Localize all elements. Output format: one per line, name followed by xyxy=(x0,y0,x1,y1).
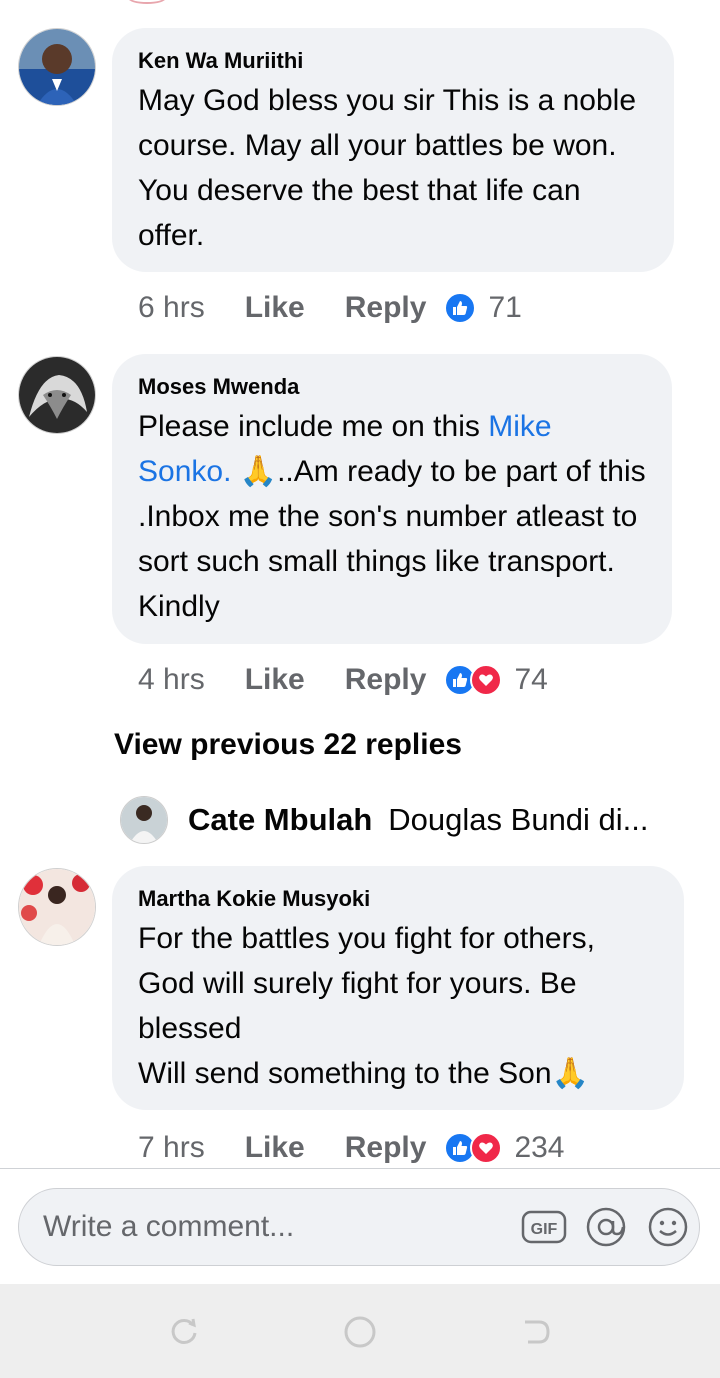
comment-composer[interactable]: GIF xyxy=(18,1188,700,1266)
comment-text: For the battles you fight for others, Go… xyxy=(138,916,658,1096)
recent-apps-icon[interactable] xyxy=(164,1312,204,1352)
reactions[interactable] xyxy=(444,292,477,324)
like-button[interactable]: Like xyxy=(245,291,305,325)
like-button[interactable]: Like xyxy=(245,663,305,697)
comment-bubble: Martha Kokie Musyoki For the battles you… xyxy=(112,866,684,1110)
reply-preview[interactable]: Cate Mbulah Douglas Bundi di... xyxy=(120,796,649,844)
reply-button[interactable]: Reply xyxy=(345,1131,427,1165)
comment-time[interactable]: 4 hrs xyxy=(138,663,205,697)
comment-text-line: For the battles you fight for others, Go… xyxy=(138,922,595,1045)
comment-time[interactable]: 6 hrs xyxy=(138,291,205,325)
home-icon[interactable] xyxy=(340,1312,380,1352)
at-icon[interactable] xyxy=(583,1204,629,1250)
reaction-count[interactable]: 74 xyxy=(514,663,547,697)
view-previous-replies-link[interactable]: View previous 22 replies xyxy=(114,728,462,762)
reply-author[interactable]: Cate Mbulah xyxy=(188,802,372,838)
heart-icon xyxy=(470,1132,503,1164)
reaction-count[interactable]: 234 xyxy=(514,1131,564,1165)
avatar[interactable] xyxy=(18,28,96,106)
comment-author[interactable]: Martha Kokie Musyoki xyxy=(138,886,658,912)
comment-bubble: Ken Wa Muriithi May God bless you sir Th… xyxy=(112,28,674,272)
comment-text-start: Please include me on this xyxy=(138,410,489,443)
comment-actions: 7 hrs Like Reply 234 xyxy=(138,1128,565,1168)
heart-icon xyxy=(470,664,503,696)
reactions[interactable] xyxy=(444,664,503,696)
thumbs-up-icon xyxy=(444,292,477,324)
comment-input[interactable] xyxy=(41,1209,505,1245)
comment-time[interactable]: 7 hrs xyxy=(138,1131,205,1165)
reply-button[interactable]: Reply xyxy=(345,291,427,325)
comment-author[interactable]: Moses Mwenda xyxy=(138,374,646,400)
avatar[interactable] xyxy=(120,796,168,844)
reaction-fragment xyxy=(128,0,166,4)
emoji-icon[interactable] xyxy=(645,1204,691,1250)
avatar[interactable] xyxy=(18,868,96,946)
composer-divider xyxy=(0,1168,720,1169)
system-nav-bar xyxy=(0,1284,720,1378)
like-button[interactable]: Like xyxy=(245,1131,305,1165)
comment-actions: 4 hrs Like Reply 74 xyxy=(138,660,548,700)
reply-snippet: Douglas Bundi di... xyxy=(388,802,649,837)
avatar[interactable] xyxy=(18,356,96,434)
comment-actions: 6 hrs Like Reply 71 xyxy=(138,288,522,328)
reaction-count[interactable]: 71 xyxy=(488,291,521,325)
reactions[interactable] xyxy=(444,1132,503,1164)
reply-button[interactable]: Reply xyxy=(345,663,427,697)
comment-text: May God bless you sir This is a noble co… xyxy=(138,84,637,252)
svg-text:GIF: GIF xyxy=(531,1221,558,1238)
comment-author[interactable]: Ken Wa Muriithi xyxy=(138,48,648,74)
back-icon[interactable] xyxy=(516,1312,556,1352)
comment-bubble: Moses Mwenda Please include me on this M… xyxy=(112,354,672,644)
comment-text: Please include me on this Mike Sonko. 🙏.… xyxy=(138,404,646,629)
gif-icon[interactable]: GIF xyxy=(521,1204,567,1250)
comment-text-line: Will send something to the Son🙏 xyxy=(138,1057,589,1090)
